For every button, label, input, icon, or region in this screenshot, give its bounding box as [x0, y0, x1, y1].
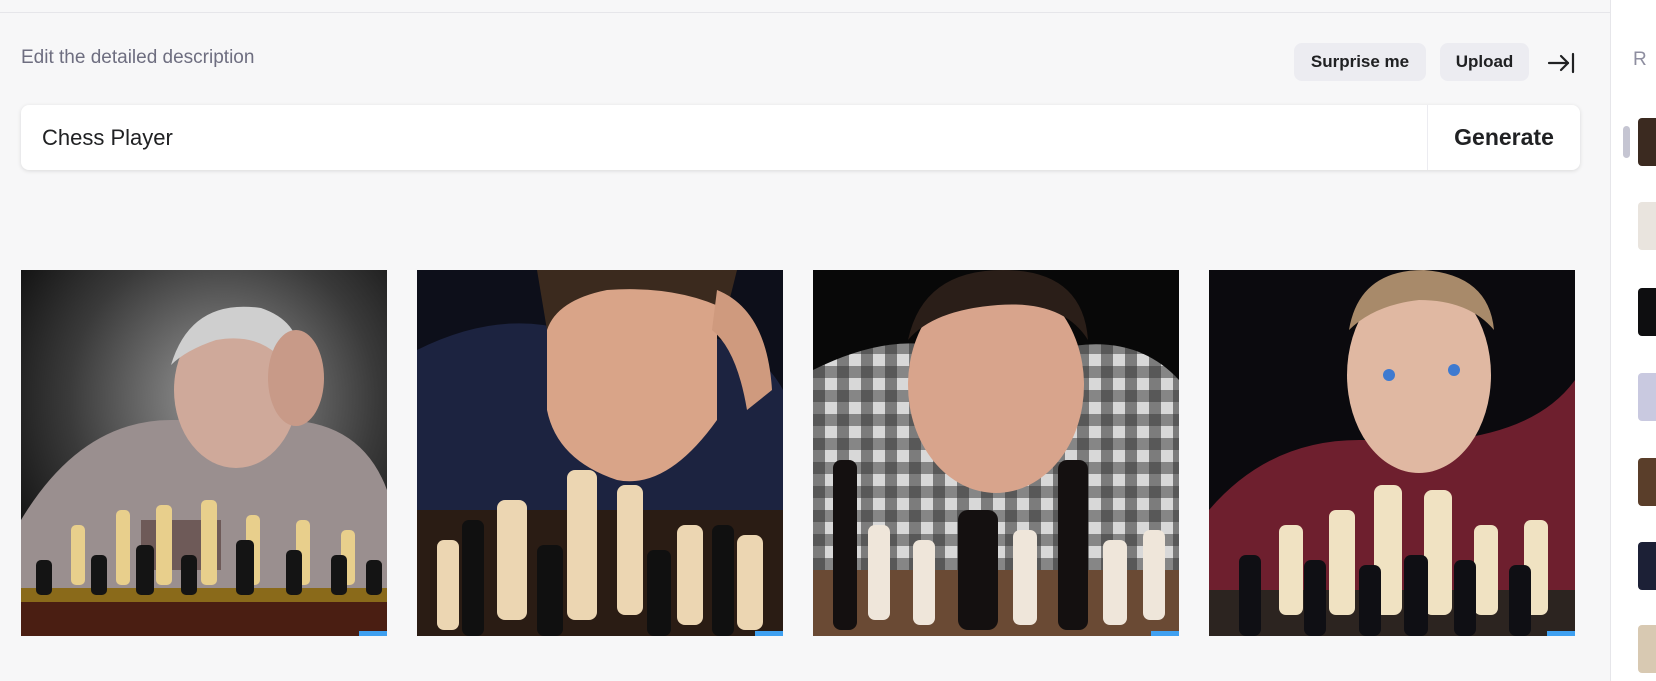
history-thumbnail[interactable]: [1638, 118, 1656, 166]
chess-player-image-3: [813, 270, 1179, 636]
history-thumbnail[interactable]: [1638, 202, 1656, 250]
result-image-2[interactable]: [417, 270, 783, 636]
chess-player-image-4: [1209, 270, 1575, 636]
result-image-4[interactable]: [1209, 270, 1575, 636]
result-image-3[interactable]: [813, 270, 1179, 636]
history-thumbnail[interactable]: [1638, 288, 1656, 336]
arrow-right-to-bar-icon: [1547, 52, 1575, 74]
upload-button[interactable]: Upload: [1440, 43, 1529, 81]
chess-player-image-2: [417, 270, 783, 636]
history-thumbnail[interactable]: [1638, 373, 1656, 421]
sidebar-scrollbar[interactable]: [1623, 126, 1630, 158]
collapse-history-button[interactable]: [1546, 48, 1576, 78]
history-thumbnail[interactable]: [1638, 542, 1656, 590]
prompt-bar: Generate: [21, 105, 1580, 170]
history-sidebar: R: [1610, 0, 1656, 681]
chess-player-image-1: [21, 270, 387, 636]
history-thumbnail[interactable]: [1638, 458, 1656, 506]
prompt-input[interactable]: [21, 105, 1421, 170]
main-panel: Edit the detailed description Surprise m…: [0, 0, 1610, 681]
surprise-me-button[interactable]: Surprise me: [1294, 43, 1426, 81]
generate-button[interactable]: Generate: [1428, 105, 1580, 170]
history-thumbnail[interactable]: [1638, 625, 1656, 673]
result-image-1[interactable]: [21, 270, 387, 636]
sidebar-header: R: [1633, 49, 1647, 70]
description-label: Edit the detailed description: [21, 47, 255, 68]
